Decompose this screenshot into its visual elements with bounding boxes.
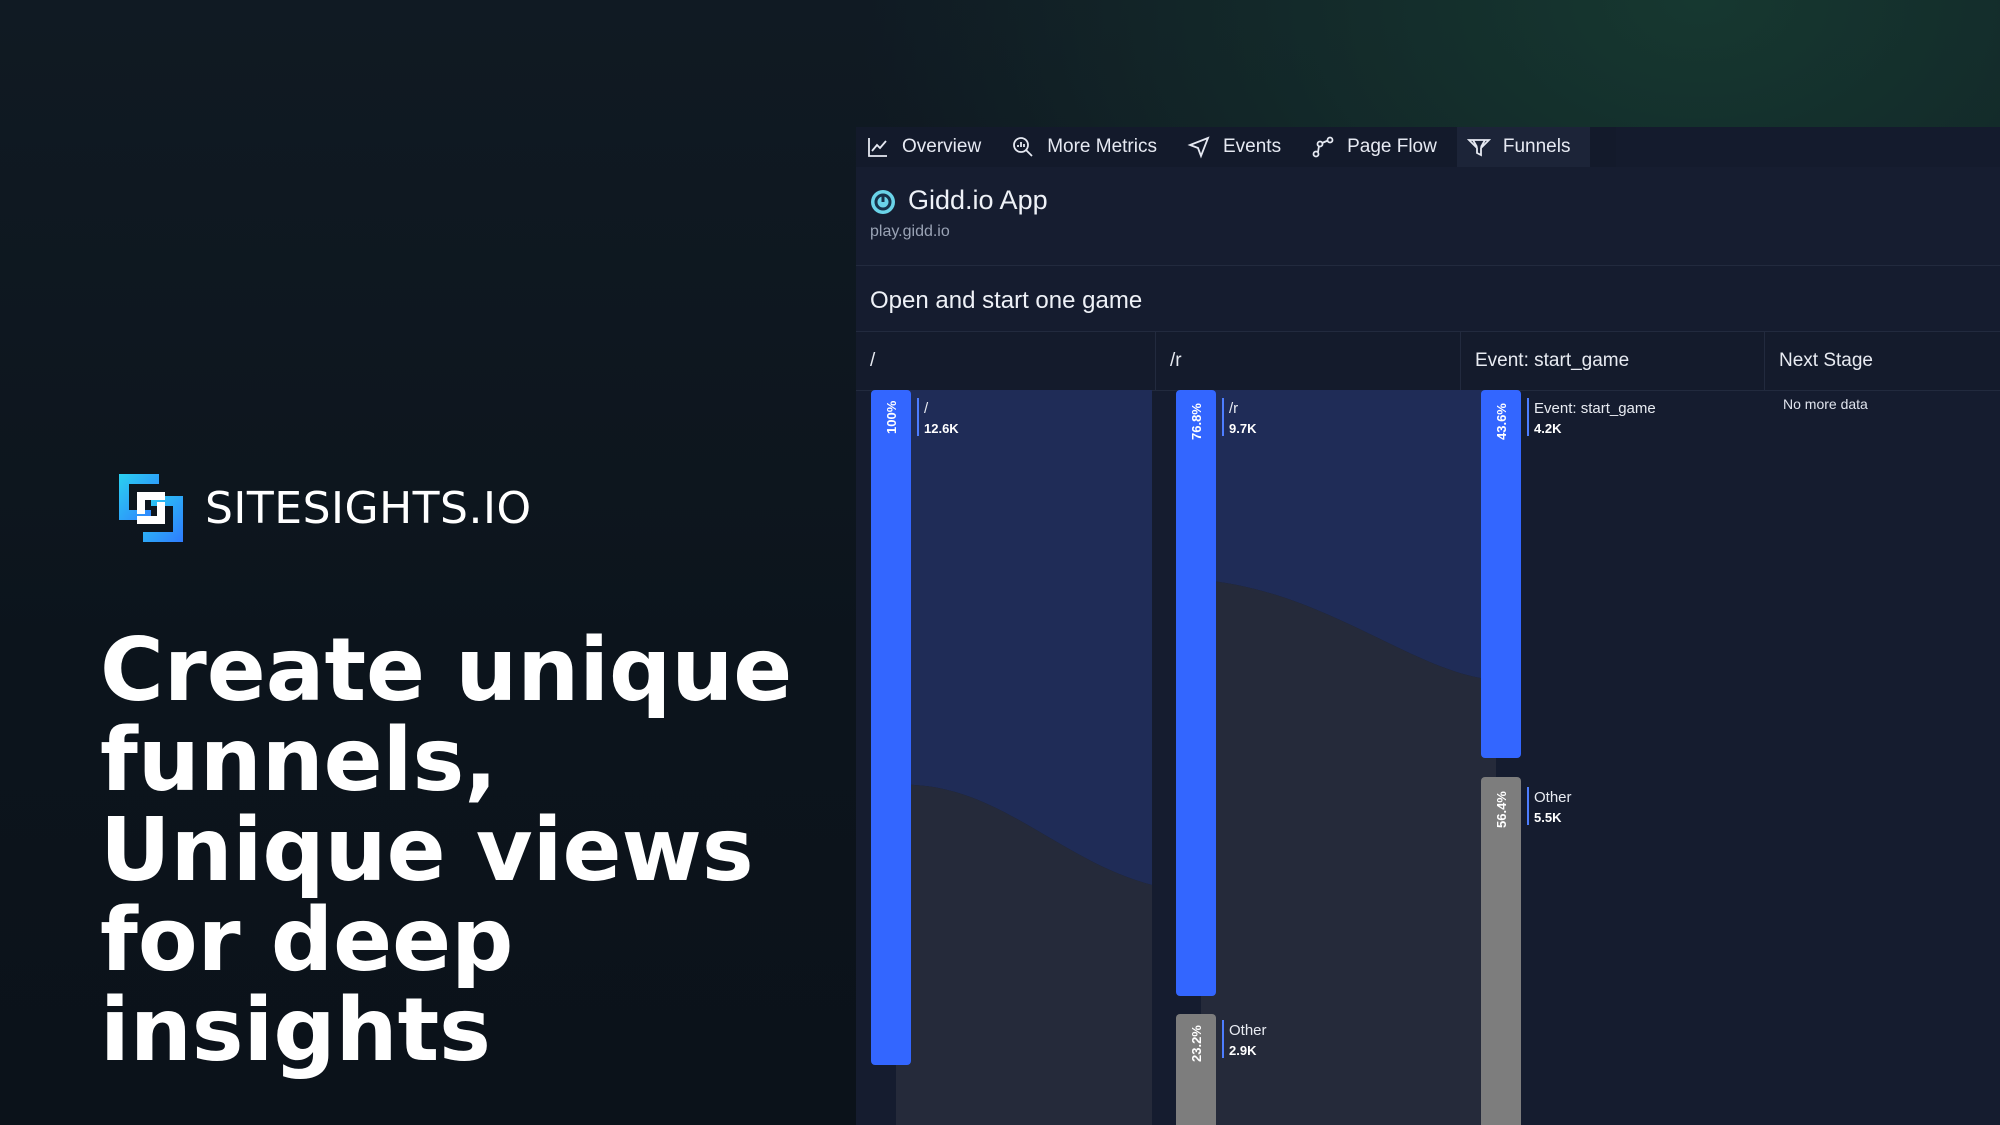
stage-header-start-game: Event: start_game bbox=[1461, 332, 1765, 390]
tab-page-flow-label: Page Flow bbox=[1347, 136, 1437, 157]
tab-funnels-label: Funnels bbox=[1502, 136, 1571, 157]
analytics-panel: Overview More Metrics Events Page Flow F… bbox=[856, 127, 2000, 1125]
tab-more-metrics[interactable]: More Metrics bbox=[1001, 127, 1177, 167]
flow-nodes-icon bbox=[1312, 136, 1334, 158]
funnel-bar-start-game[interactable] bbox=[1481, 390, 1521, 758]
stage-header-next: Next Stage bbox=[1779, 350, 1873, 371]
tab-more-metrics-label: More Metrics bbox=[1047, 136, 1157, 157]
bar-count-start-game: 4.2K bbox=[1534, 421, 1562, 436]
bar-percent-root: 100% bbox=[884, 400, 899, 434]
no-more-data-text: No more data bbox=[1783, 396, 1868, 412]
tab-funnels[interactable]: Funnels bbox=[1456, 127, 1591, 167]
bar-count-r-other: 2.9K bbox=[1229, 1043, 1257, 1058]
tab-events-label: Events bbox=[1222, 136, 1282, 157]
gidd-app-logo-icon bbox=[871, 190, 895, 214]
bar-percent-r: 76.8% bbox=[1189, 403, 1204, 440]
stage-header-row: / /r Event: start_game Next Stage bbox=[856, 332, 2000, 391]
navigation-arrow-icon bbox=[1187, 136, 1210, 159]
bar-name-start-game-other: Other bbox=[1534, 789, 1572, 806]
brand-logo-group: SITESIGHTS.IO bbox=[115, 470, 532, 546]
funnel-flow-chart: 100% 76.8% 23.2% 43.6% 56.4% / 12.6K /r … bbox=[871, 390, 1868, 1125]
main-nav: Overview More Metrics Events Page Flow F… bbox=[856, 127, 1616, 167]
funnel-icon bbox=[1466, 139, 1491, 157]
tab-events[interactable]: Events bbox=[1177, 127, 1301, 167]
bar-percent-start-game-other: 56.4% bbox=[1494, 791, 1509, 828]
bar-name-r: /r bbox=[1229, 400, 1238, 417]
bar-percent-r-other: 23.2% bbox=[1189, 1025, 1204, 1062]
tab-overview[interactable]: Overview bbox=[856, 127, 1001, 167]
bar-percent-start-game: 43.6% bbox=[1494, 403, 1509, 440]
stage-header-root: / bbox=[856, 332, 1156, 390]
funnel-bar-r[interactable] bbox=[1176, 390, 1216, 996]
tab-page-flow[interactable]: Page Flow bbox=[1301, 127, 1457, 167]
app-url: play.gidd.io bbox=[870, 223, 950, 240]
funnel-bar-start-game-other[interactable] bbox=[1481, 777, 1521, 1125]
brand-name: SITESIGHTS.IO bbox=[205, 482, 532, 534]
app-title: Gidd.io App bbox=[908, 185, 1048, 215]
bar-count-root: 12.6K bbox=[924, 421, 959, 436]
funnel-name: Open and start one game bbox=[870, 287, 1143, 314]
magnify-chart-icon bbox=[1013, 137, 1033, 157]
bar-name-start-game: Event: start_game bbox=[1534, 400, 1656, 417]
bar-count-start-game-other: 5.5K bbox=[1534, 810, 1562, 825]
bar-count-r: 9.7K bbox=[1229, 421, 1257, 436]
line-chart-icon bbox=[868, 138, 887, 157]
funnel-bar-root[interactable] bbox=[871, 390, 911, 1065]
stage-header-r: /r bbox=[1156, 332, 1461, 390]
app-header: Gidd.io App play.gidd.io bbox=[856, 167, 2000, 266]
bar-name-r-other: Other bbox=[1229, 1022, 1267, 1039]
nav-filler bbox=[1616, 127, 2000, 167]
sitesights-logo-icon bbox=[119, 474, 183, 542]
tab-overview-label: Overview bbox=[902, 136, 982, 157]
headline: Create unique funnels, Unique views for … bbox=[100, 619, 793, 1081]
